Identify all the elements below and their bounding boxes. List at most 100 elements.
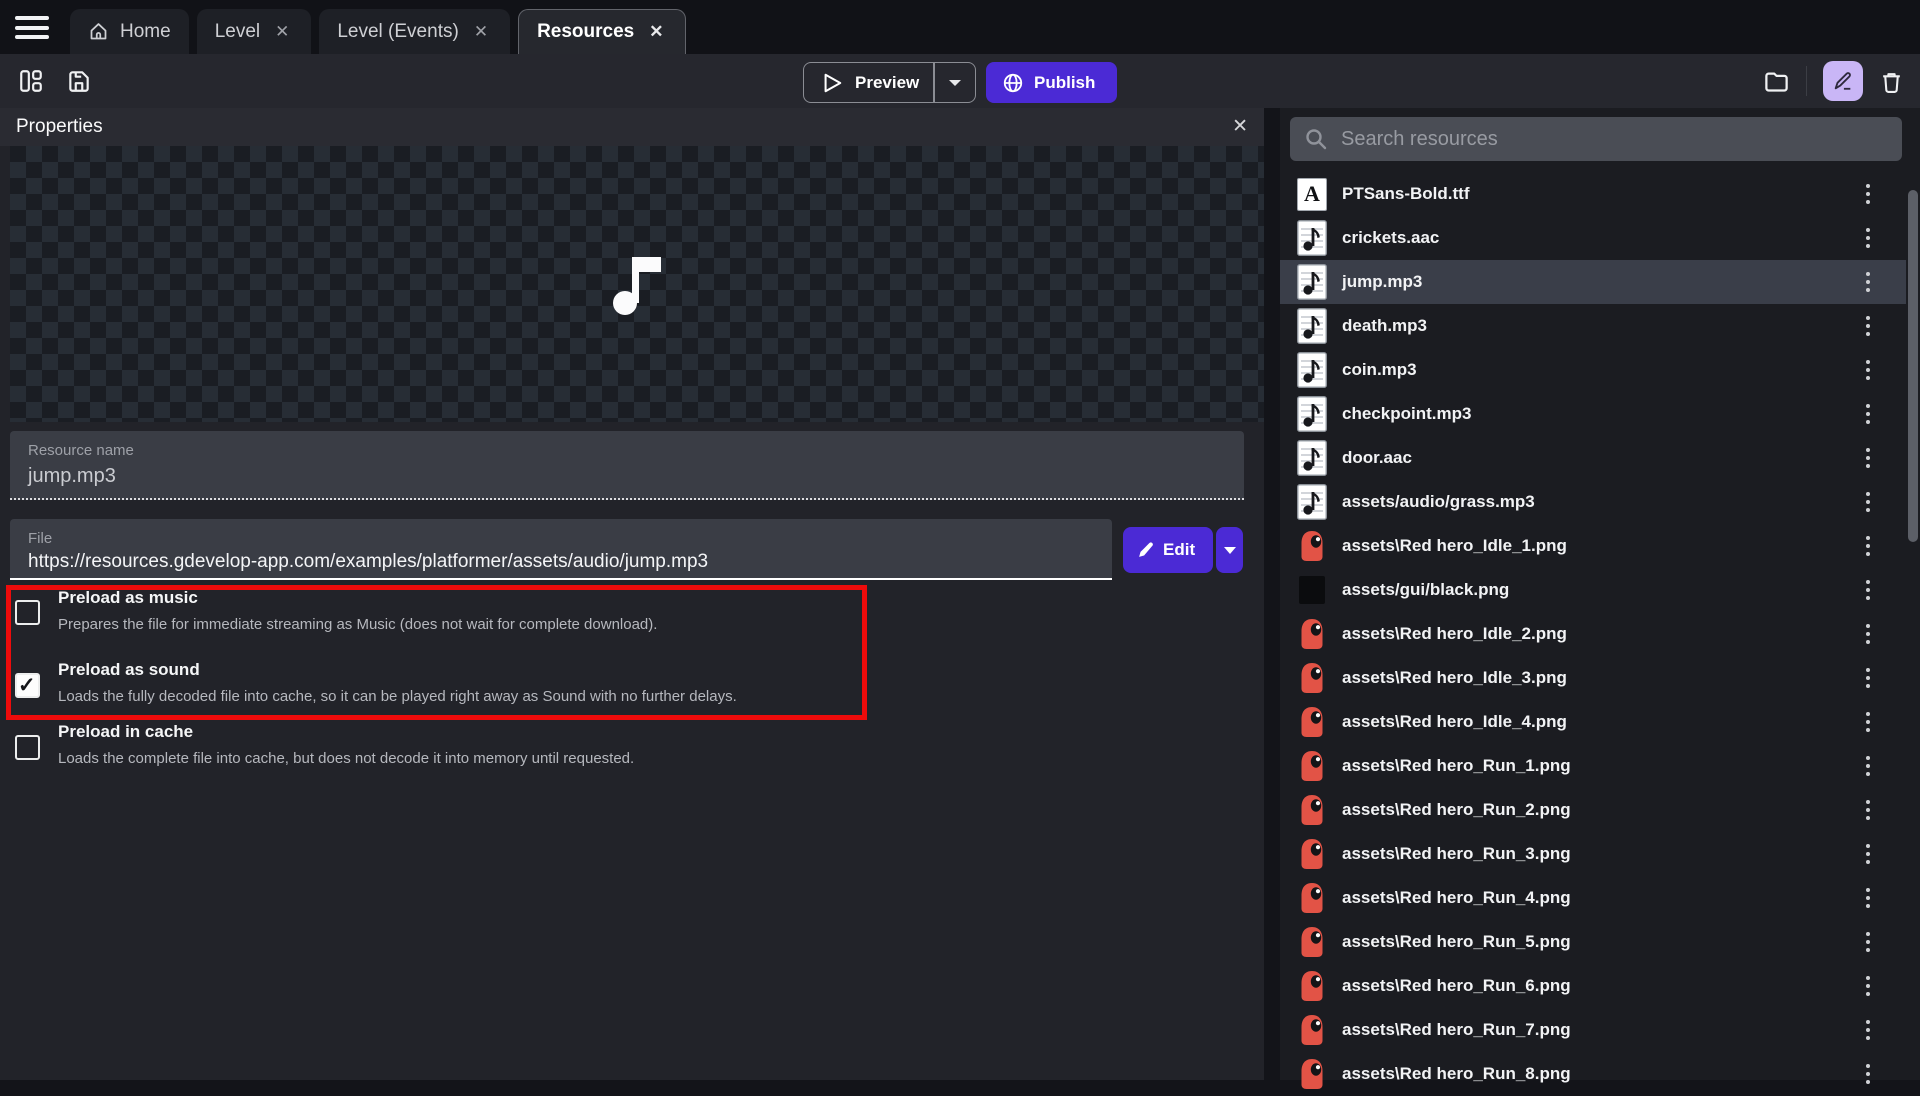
kebab-menu-icon[interactable] <box>1862 1057 1874 1090</box>
kebab-menu-icon[interactable] <box>1862 221 1874 254</box>
file-label: File <box>28 530 1112 547</box>
resource-name: assets\Red hero_Run_1.png <box>1342 756 1571 776</box>
resource-name: assets\Red hero_Run_5.png <box>1342 932 1571 952</box>
resource-row[interactable]: assets\Red hero_Idle_2.png <box>1280 612 1906 656</box>
preload-in-cache-checkbox[interactable] <box>15 735 40 760</box>
publish-button[interactable]: Publish <box>986 62 1117 103</box>
resource-row[interactable]: assets\Red hero_Run_5.png <box>1280 920 1906 964</box>
resource-name: jump.mp3 <box>1342 272 1422 292</box>
tab-level-events[interactable]: Level (Events)✕ <box>319 9 510 54</box>
resource-name: assets\Red hero_Run_2.png <box>1342 800 1571 820</box>
kebab-menu-icon[interactable] <box>1862 661 1874 694</box>
kebab-menu-icon[interactable] <box>1862 749 1874 782</box>
resource-row[interactable]: jump.mp3 <box>1280 260 1906 304</box>
resource-name: PTSans-Bold.ttf <box>1342 184 1470 204</box>
kebab-menu-icon[interactable] <box>1862 177 1874 210</box>
resource-row[interactable]: assets/audio/grass.mp3 <box>1280 480 1906 524</box>
folder-icon[interactable] <box>1763 68 1790 95</box>
trash-icon[interactable] <box>1879 69 1904 94</box>
kebab-menu-icon[interactable] <box>1862 441 1874 474</box>
tab-label: Level <box>215 21 260 43</box>
resource-name: death.mp3 <box>1342 316 1427 336</box>
edit-mode-button[interactable] <box>1823 61 1863 101</box>
resource-row[interactable]: death.mp3 <box>1280 304 1906 348</box>
resource-row[interactable]: assets\Red hero_Run_7.png <box>1280 1008 1906 1052</box>
resource-row[interactable]: coin.mp3 <box>1280 348 1906 392</box>
sprite-file-icon <box>1296 1058 1328 1090</box>
close-panel-icon[interactable]: ✕ <box>1232 115 1248 138</box>
checkbox-label: Preload as music <box>58 588 198 608</box>
audio-file-icon <box>1296 220 1328 256</box>
close-tab-icon[interactable]: ✕ <box>470 20 492 44</box>
properties-panel: Properties ✕ Resource name jump.mp3 File… <box>0 108 1264 1080</box>
close-tab-icon[interactable]: ✕ <box>645 20 667 44</box>
resource-row[interactable]: assets\Red hero_Run_2.png <box>1280 788 1906 832</box>
tab-home[interactable]: Home <box>70 9 189 54</box>
kebab-menu-icon[interactable] <box>1862 397 1874 430</box>
resources-sidebar: Search resources APTSans-Bold.ttfcricket… <box>1280 108 1920 1080</box>
kebab-menu-icon[interactable] <box>1862 529 1874 562</box>
resource-name: assets/audio/grass.mp3 <box>1342 492 1535 512</box>
resource-row[interactable]: door.aac <box>1280 436 1906 480</box>
checkbox-description: Loads the fully decoded file into cache,… <box>58 688 737 705</box>
resource-name-value: jump.mp3 <box>28 465 1244 488</box>
resource-row[interactable]: crickets.aac <box>1280 216 1906 260</box>
resource-row[interactable]: APTSans-Bold.ttf <box>1280 172 1906 216</box>
kebab-menu-icon[interactable] <box>1862 265 1874 298</box>
kebab-menu-icon[interactable] <box>1862 485 1874 518</box>
kebab-menu-icon[interactable] <box>1862 925 1874 958</box>
kebab-menu-icon[interactable] <box>1862 617 1874 650</box>
layout-panels-icon[interactable] <box>18 68 44 94</box>
resource-row[interactable]: checkpoint.mp3 <box>1280 392 1906 436</box>
sprite-file-icon <box>1296 706 1328 738</box>
scrollbar-thumb[interactable] <box>1908 190 1918 542</box>
resource-name: assets\Red hero_Idle_4.png <box>1342 712 1567 732</box>
resource-preview <box>10 146 1264 422</box>
resource-row[interactable]: assets\Red hero_Run_4.png <box>1280 876 1906 920</box>
kebab-menu-icon[interactable] <box>1862 705 1874 738</box>
preload-as-music-checkbox[interactable] <box>15 600 40 625</box>
audio-file-icon <box>1296 352 1328 388</box>
preload-as-sound-checkbox[interactable] <box>15 673 40 698</box>
tab-label: Resources <box>537 21 634 43</box>
resource-row[interactable]: assets\Red hero_Run_6.png <box>1280 964 1906 1008</box>
checkbox-label: Preload in cache <box>58 722 193 742</box>
save-icon[interactable] <box>66 68 92 94</box>
resource-row[interactable]: assets\Red hero_Run_3.png <box>1280 832 1906 876</box>
checkbox-description: Loads the complete file into cache, but … <box>58 750 634 767</box>
kebab-menu-icon[interactable] <box>1862 881 1874 914</box>
resource-row[interactable]: assets\Red hero_Idle_3.png <box>1280 656 1906 700</box>
resource-row[interactable]: assets\Red hero_Idle_4.png <box>1280 700 1906 744</box>
kebab-menu-icon[interactable] <box>1862 353 1874 386</box>
sprite-file-icon <box>1296 750 1328 782</box>
kebab-menu-icon[interactable] <box>1862 969 1874 1002</box>
preview-label: Preview <box>855 73 919 93</box>
sprite-file-icon <box>1296 1014 1328 1046</box>
resource-row[interactable]: assets\Red hero_Run_8.png <box>1280 1052 1906 1096</box>
tab-level[interactable]: Level ✕ <box>197 9 312 54</box>
kebab-menu-icon[interactable] <box>1862 793 1874 826</box>
preview-dropdown-icon[interactable] <box>935 79 975 87</box>
tab-resources[interactable]: Resources ✕ <box>518 9 686 54</box>
edit-button[interactable]: Edit <box>1123 527 1213 573</box>
kebab-menu-icon[interactable] <box>1862 837 1874 870</box>
kebab-menu-icon[interactable] <box>1862 1013 1874 1046</box>
kebab-menu-icon[interactable] <box>1862 573 1874 606</box>
hamburger-menu-icon[interactable] <box>15 16 49 39</box>
audio-file-icon <box>1296 308 1328 344</box>
resource-row[interactable]: assets\Red hero_Idle_1.png <box>1280 524 1906 568</box>
resource-name-field[interactable]: Resource name jump.mp3 <box>10 431 1244 500</box>
resource-name: assets\Red hero_Run_7.png <box>1342 1020 1571 1040</box>
kebab-menu-icon[interactable] <box>1862 309 1874 342</box>
resource-row[interactable]: assets/gui/black.png <box>1280 568 1906 612</box>
sprite-file-icon <box>1296 970 1328 1002</box>
preview-button[interactable]: Preview <box>803 62 976 103</box>
sprite-file-icon <box>1296 882 1328 914</box>
close-tab-icon[interactable]: ✕ <box>271 20 293 44</box>
edit-dropdown-icon[interactable] <box>1216 527 1243 573</box>
search-input[interactable]: Search resources <box>1290 117 1902 161</box>
file-field[interactable]: File https://resources.gdevelop-app.com/… <box>10 519 1112 580</box>
checkbox-description: Prepares the file for immediate streamin… <box>58 616 657 633</box>
resource-row[interactable]: assets\Red hero_Run_1.png <box>1280 744 1906 788</box>
sprite-file-icon <box>1296 530 1328 562</box>
